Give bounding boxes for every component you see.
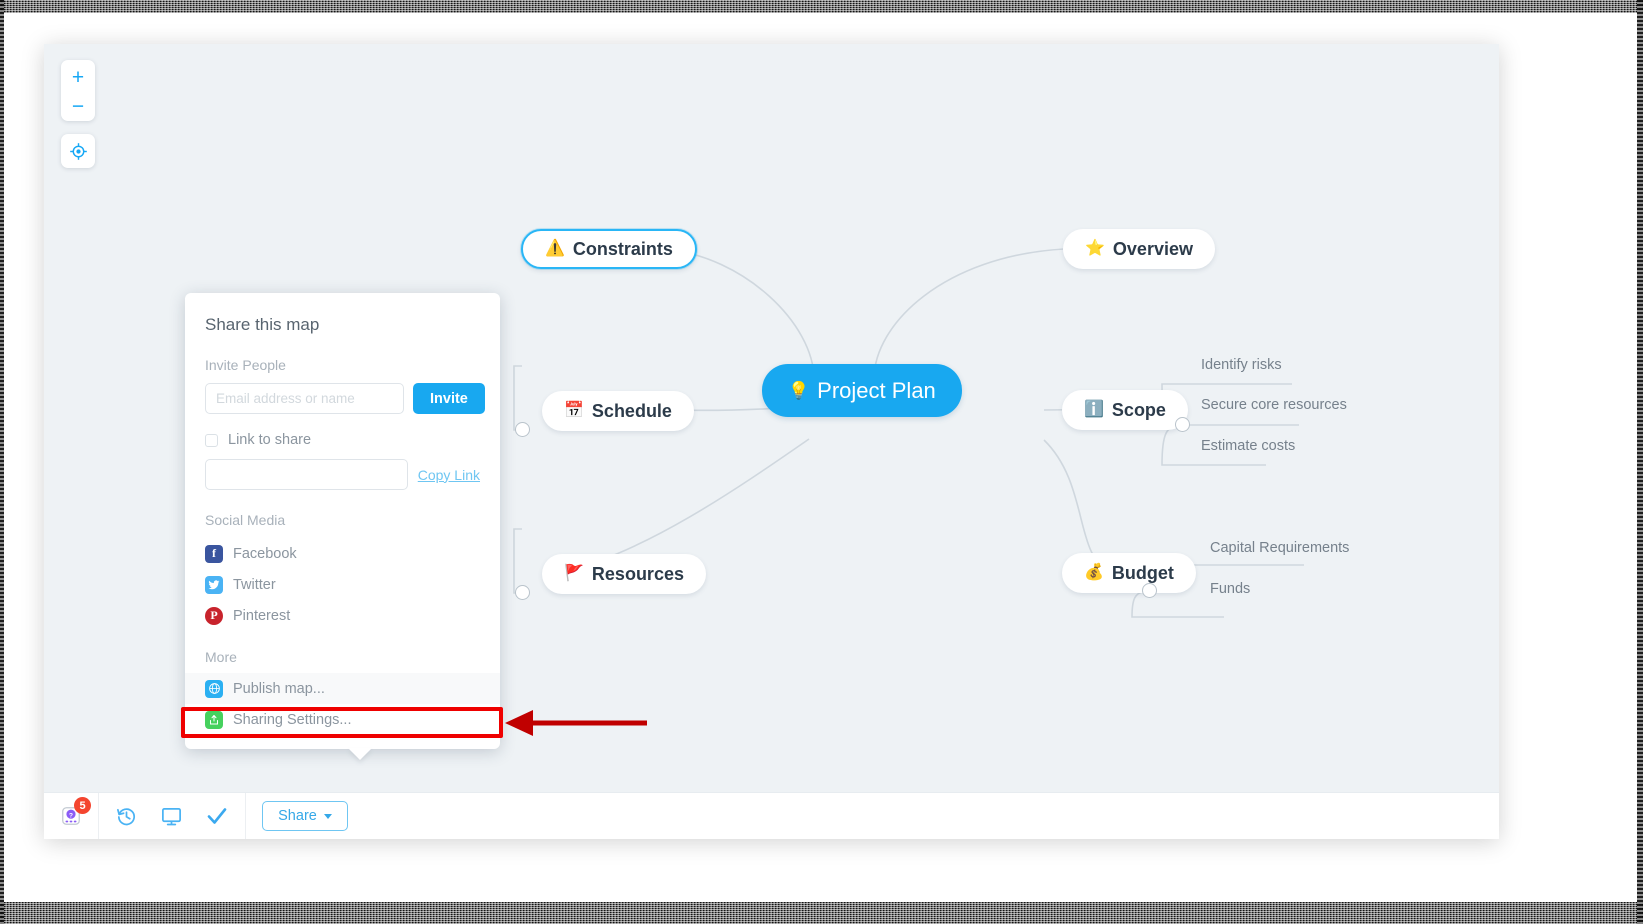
zoom-controls: + − [61, 60, 95, 121]
share-popover: Share this map Invite People Invite Link… [185, 293, 500, 760]
social-item-facebook-label: Facebook [233, 545, 297, 562]
noise-border-top [0, 0, 1643, 13]
presentation-button[interactable] [160, 805, 183, 828]
calendar-icon: 📅 [564, 402, 584, 419]
tasks-button[interactable] [205, 804, 229, 828]
recenter-icon [69, 142, 87, 160]
mindmap-canvas[interactable]: + − 💡 Project Plan ⚠️ Constraints ⭐ Over… [44, 44, 1499, 793]
chevron-down-icon [323, 813, 332, 819]
share-popover-title: Share this map [205, 315, 320, 334]
mindmap-node-root[interactable]: 💡 Project Plan [762, 364, 962, 417]
app-window: + − 💡 Project Plan ⚠️ Constraints ⭐ Over… [44, 44, 1499, 839]
mindmap-node-resources[interactable]: 🚩 Resources [542, 554, 706, 594]
mindmap-leaf-secure-core-resources[interactable]: Secure core resources [1201, 397, 1347, 413]
social-item-pinterest[interactable]: P Pinterest [205, 600, 480, 631]
link-to-share-label: Link to share [228, 432, 312, 448]
present-icon [162, 807, 181, 825]
mindmap-node-schedule-label: Schedule [591, 400, 672, 421]
pinterest-icon: P [205, 606, 223, 625]
bottom-toolbar: ? 5 Share [44, 792, 1499, 839]
copy-link-row: Copy Link [205, 459, 480, 490]
mindmap-node-overview-label: Overview [1112, 238, 1193, 259]
svg-text:?: ? [69, 812, 73, 819]
check-icon [207, 808, 227, 824]
copy-link-button[interactable]: Copy Link [418, 467, 480, 483]
page-root: + − 💡 Project Plan ⚠️ Constraints ⭐ Over… [0, 0, 1643, 924]
noise-border-bottom [0, 902, 1643, 924]
mindmap-leaf-identify-risks[interactable]: Identify risks [1201, 357, 1282, 373]
mindmap-node-schedule[interactable]: 📅 Schedule [542, 391, 694, 431]
warning-icon: ⚠️ [545, 240, 565, 257]
social-item-pinterest-label: Pinterest [233, 607, 291, 624]
mindmap-leaf-capital-requirements[interactable]: Capital Requirements [1210, 540, 1349, 556]
social-item-twitter[interactable]: Twitter [205, 569, 480, 600]
menu-item-publish-map[interactable]: Publish map... [185, 673, 500, 704]
social-media-label: Social Media [205, 512, 286, 528]
collapse-dot-scope[interactable] [1175, 417, 1190, 432]
noise-border-left [0, 0, 4, 924]
invite-button[interactable]: Invite [413, 383, 485, 414]
flag-icon: 🚩 [564, 565, 584, 582]
share-button-label: Share [278, 808, 317, 824]
history-icon [117, 807, 135, 825]
menu-item-sharing-settings[interactable]: Sharing Settings... [185, 704, 500, 735]
twitter-icon [205, 575, 223, 594]
mindmap-node-constraints[interactable]: ⚠️ Constraints [521, 229, 697, 269]
noise-border-right [1637, 0, 1643, 924]
more-section-label: More [205, 649, 237, 665]
invite-email-input[interactable] [205, 383, 404, 414]
mindmap-node-scope-label: Scope [1111, 399, 1166, 420]
menu-item-sharing-settings-label: Sharing Settings... [233, 711, 352, 728]
recenter-button[interactable] [61, 134, 95, 168]
collapse-dot-resources[interactable] [515, 585, 530, 600]
lightbulb-icon: 💡 [788, 381, 810, 400]
toolbar-group-help: ? 5 [44, 793, 99, 839]
toolbar-group-tools [99, 793, 246, 839]
mindmap-node-budget-label: Budget [1111, 562, 1174, 583]
mindmap-node-budget[interactable]: 💰 Budget [1062, 553, 1196, 593]
history-button[interactable] [115, 805, 138, 828]
star-icon: ⭐ [1085, 240, 1105, 257]
invite-people-label: Invite People [205, 357, 286, 373]
zoom-in-button[interactable]: + [61, 60, 95, 92]
annotation-arrow [505, 710, 647, 736]
share-link-input[interactable] [205, 459, 408, 490]
facebook-icon: f [205, 544, 223, 563]
social-item-twitter-label: Twitter [233, 576, 276, 593]
social-media-list: f Facebook Twitter P Pinterest [205, 538, 480, 631]
invite-row: Invite [205, 383, 485, 414]
help-button[interactable]: ? 5 [60, 797, 91, 827]
help-badge: 5 [74, 797, 91, 814]
info-icon: ℹ️ [1084, 401, 1104, 418]
mindmap-leaf-estimate-costs[interactable]: Estimate costs [1201, 438, 1295, 454]
mindmap-leaf-funds[interactable]: Funds [1210, 581, 1250, 597]
link-to-share-row[interactable]: Link to share [205, 432, 480, 448]
mindmap-node-root-label: Project Plan [817, 377, 936, 403]
popover-arrow [348, 748, 372, 760]
collapse-dot-budget[interactable] [1142, 583, 1157, 598]
mindmap-node-scope[interactable]: ℹ️ Scope [1062, 390, 1188, 430]
mindmap-node-resources-label: Resources [591, 563, 684, 584]
money-bag-icon: 💰 [1084, 564, 1104, 581]
collapse-dot-schedule[interactable] [515, 422, 530, 437]
mindmap-node-overview[interactable]: ⭐ Overview [1063, 229, 1215, 269]
globe-icon [205, 679, 223, 698]
zoom-out-button[interactable]: − [61, 92, 95, 121]
share-button[interactable]: Share [262, 801, 348, 831]
social-item-facebook[interactable]: f Facebook [205, 538, 480, 569]
share-box-icon [205, 710, 223, 729]
link-to-share-checkbox[interactable] [205, 433, 218, 447]
menu-item-publish-map-label: Publish map... [233, 680, 325, 697]
mindmap-node-constraints-label: Constraints [572, 238, 673, 259]
